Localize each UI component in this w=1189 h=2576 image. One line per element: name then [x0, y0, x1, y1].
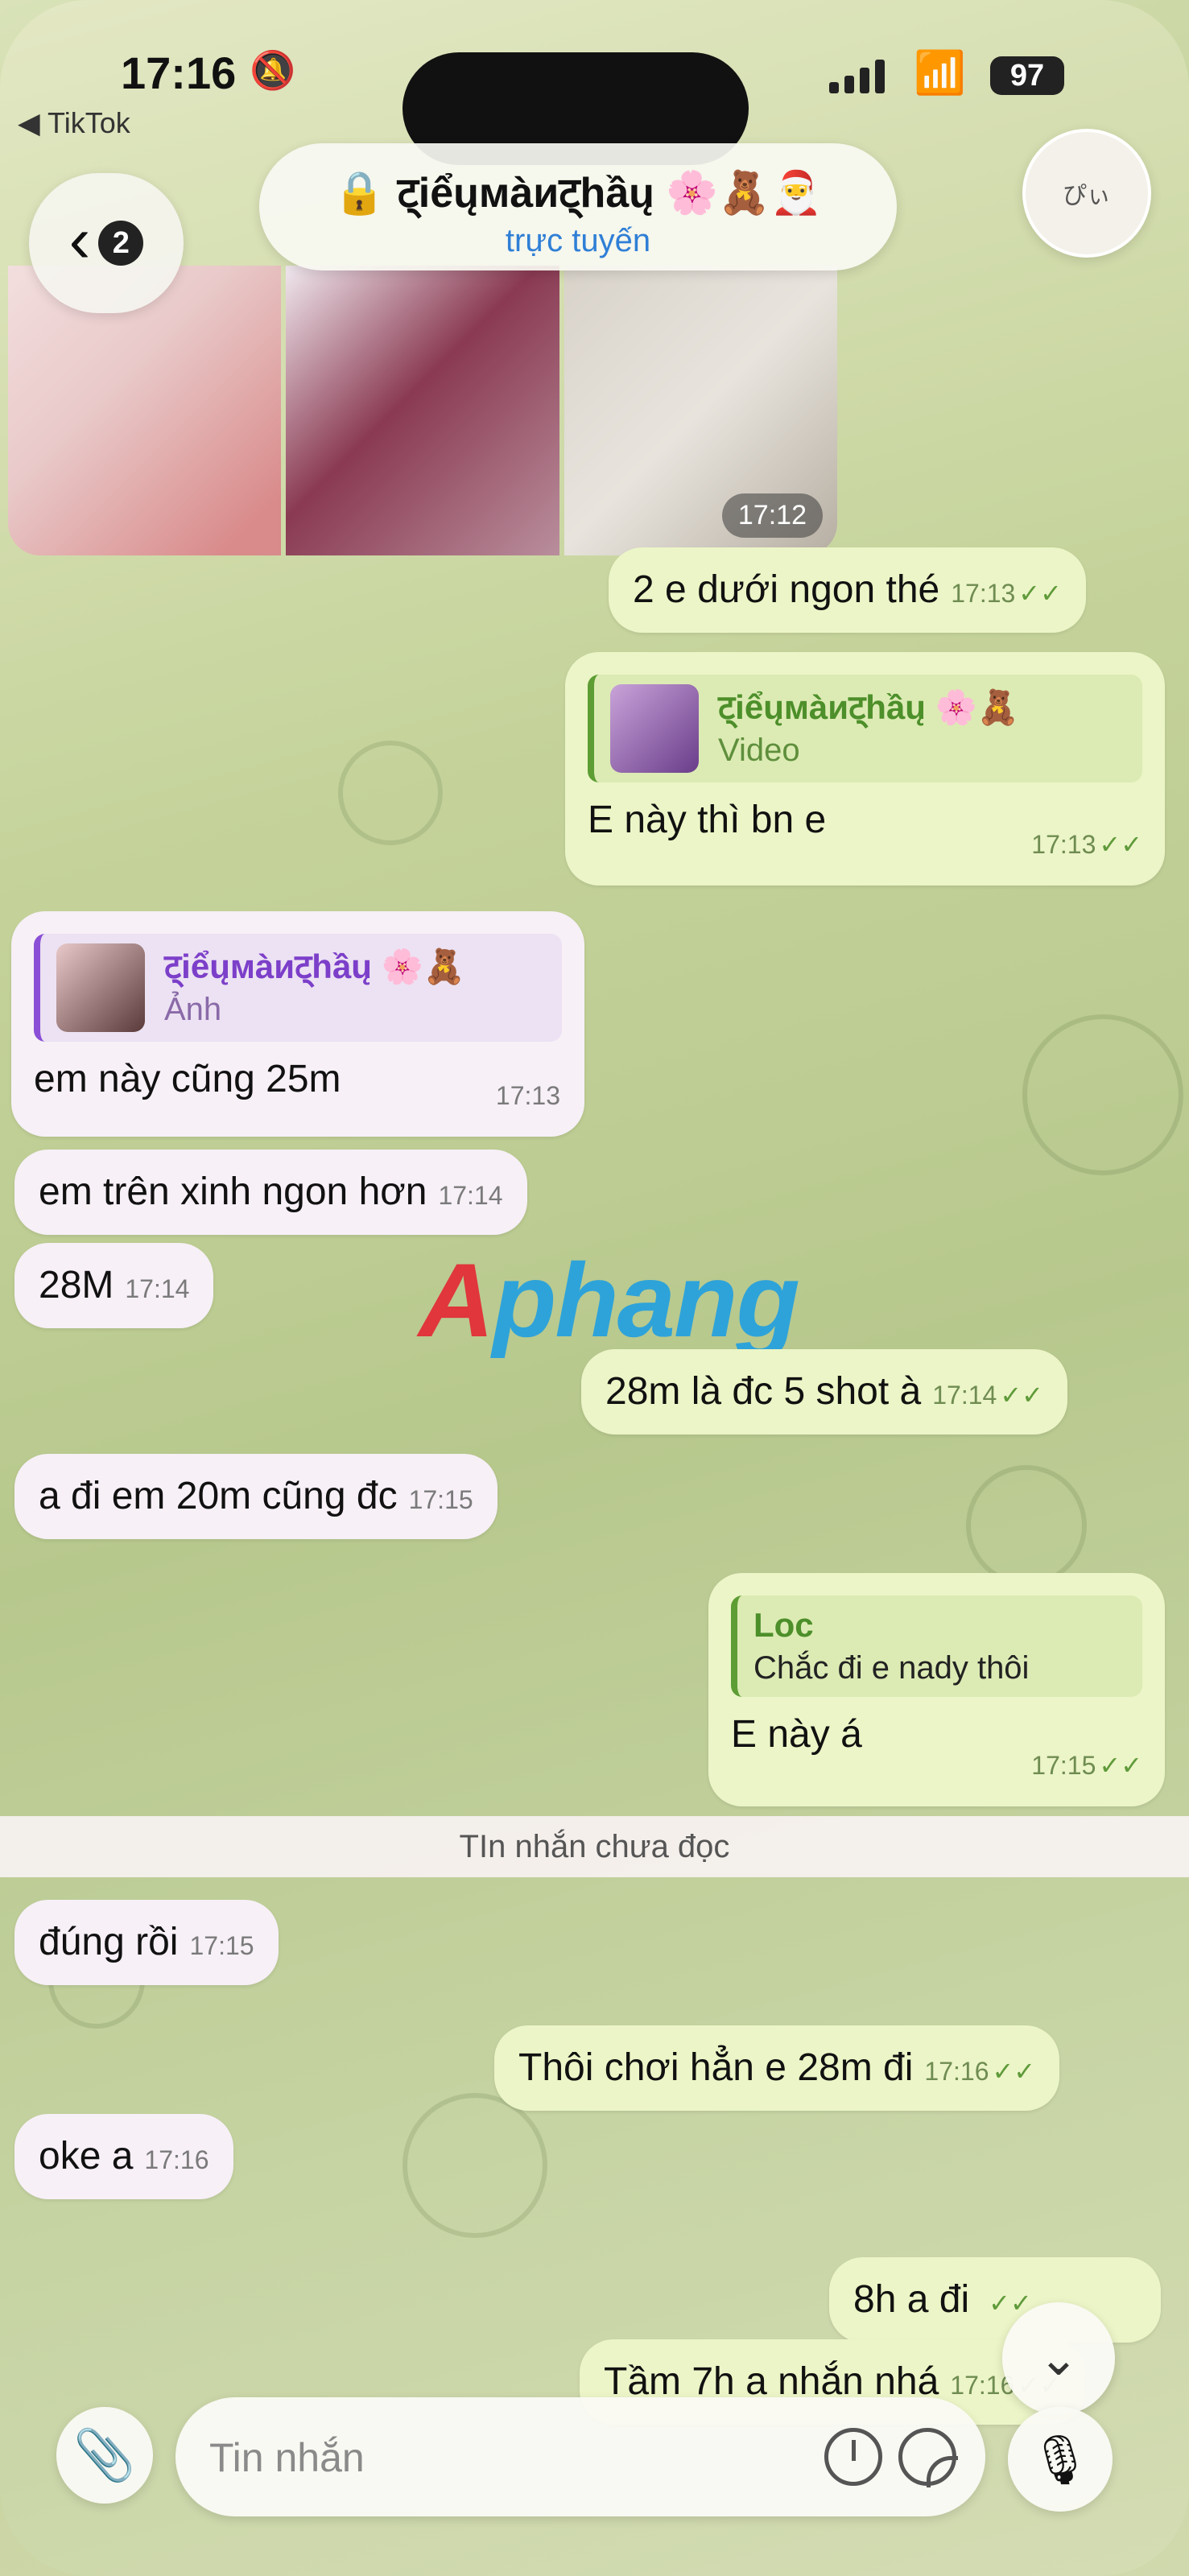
message-input-placeholder: Tin nhắn — [209, 2435, 365, 2480]
contact-name: 🔒 ट्iểųмàиट्hầų 🌸🧸🎅 — [333, 170, 823, 217]
message-text: em trên xinh ngon hơn — [39, 1170, 427, 1213]
reply-type: Video — [718, 733, 800, 769]
watermark-logo: Aphang — [419, 1241, 800, 1359]
back-button[interactable]: ‹ 2 — [29, 173, 184, 313]
doodle-decoration — [966, 1465, 1087, 1586]
reply-quote[interactable]: Loc Chắc đi e nady thôi — [731, 1596, 1142, 1698]
message-text: em này cũng 25m — [34, 1058, 341, 1100]
message-bubble-out[interactable]: Thôi chơi hẳn e 28m đi 17:16 ✓✓ — [494, 2025, 1060, 2111]
message-text: Thôi chơi hẳn e 28m đi — [518, 2046, 914, 2089]
doodle-decoration — [403, 2093, 547, 2238]
message-bubble-in[interactable]: oke a 17:16 — [14, 2114, 233, 2199]
reply-sender: ट्iểųмàиट्hầų 🌸🧸 — [164, 947, 466, 985]
message-time: 17:15 — [408, 1485, 473, 1514]
message-time: 17:13 — [1031, 830, 1096, 860]
doodle-decoration — [1022, 1014, 1183, 1175]
clock: 17:16 — [121, 47, 237, 98]
battery-indicator: 97 — [990, 56, 1064, 95]
message-input[interactable]: Tin nhắn — [175, 2397, 985, 2516]
message-time: 17:13 — [951, 579, 1016, 608]
message-bubble-out[interactable]: Loc Chắc đi e nady thôi E này á 17:15 ✓✓ — [708, 1573, 1165, 1806]
paperclip-icon: 📎 — [73, 2427, 136, 2483]
message-time: 17:14 — [438, 1181, 503, 1210]
silent-bell-icon: 🔕 — [250, 49, 296, 91]
timer-icon[interactable] — [824, 2428, 882, 2486]
message-bubble-in[interactable]: ट्iểųмàиट्hầų 🌸🧸 Ảnh em này cũng 25m 17:… — [11, 911, 584, 1137]
message-bubble-out[interactable]: 8h a đi ✓✓ — [829, 2257, 1161, 2343]
phone-screen: 17:16 🔕 📶 97 ◀ TikTok 17:12 ‹ 2 🔒 ट्iểųм… — [0, 0, 1189, 2576]
message-time: 17:15 — [1031, 1751, 1096, 1781]
message-bubble-in[interactable]: em trên xinh ngon hơn 17:14 — [14, 1150, 527, 1235]
message-bubble-out[interactable]: 28m là đc 5 shot à 17:14 ✓✓ — [581, 1349, 1067, 1435]
back-to-app-link[interactable]: ◀ TikTok — [18, 106, 130, 140]
message-time: 17:14 — [932, 1381, 997, 1410]
contact-status: trực tuyến — [505, 223, 651, 258]
message-text: a đi em 20m cũng đc — [39, 1475, 398, 1517]
reply-quote[interactable]: ट्iểųмàиट्hầų 🌸🧸 Video — [588, 675, 1142, 782]
message-text: 28M — [39, 1264, 114, 1307]
double-check-icon: ✓✓ — [1099, 830, 1142, 860]
reply-text: Chắc đi e nady thôi — [753, 1650, 1030, 1686]
message-text: E này thì bn e — [588, 799, 827, 841]
reply-quote[interactable]: ट्iểųмàиट्hầų 🌸🧸 Ảnh — [34, 934, 562, 1042]
wifi-icon: 📶 — [914, 50, 966, 97]
message-bubble-out[interactable]: ट्iểųмàиट्hầų 🌸🧸 Video E này thì bn e 17… — [565, 652, 1165, 886]
cellular-signal-icon — [829, 58, 885, 93]
reply-thumbnail — [56, 943, 145, 1032]
reply-sender: ट्iểųмàиट्hầų 🌸🧸 — [718, 687, 1020, 726]
album-photo[interactable]: 17:12 — [564, 266, 837, 555]
double-check-icon: ✓✓ — [1000, 1381, 1043, 1410]
doodle-decoration — [338, 741, 443, 845]
chevron-down-icon: ⌄ — [1038, 2331, 1080, 2385]
unread-count-badge: 2 — [98, 221, 144, 266]
album-photo[interactable] — [8, 266, 282, 555]
unread-messages-divider: TIn nhắn chưa đọc — [0, 1816, 1189, 1877]
avatar-label: ぴぃ — [1063, 183, 1111, 209]
double-check-icon: ✓✓ — [1099, 1751, 1142, 1781]
message-text: E này á — [731, 1713, 862, 1757]
message-bubble-in[interactable]: đúng rồi 17:15 — [14, 1900, 279, 1985]
attach-button[interactable]: 📎 — [56, 2407, 153, 2504]
message-bubble-out[interactable]: 2 e dưới ngon thé 17:13 ✓✓ — [609, 547, 1086, 633]
message-text: 2 e dưới ngon thé — [633, 568, 940, 611]
chevron-left-icon: ‹ — [68, 204, 91, 275]
reply-type: Ảnh — [164, 992, 222, 1028]
message-text: oke a — [39, 2135, 134, 2178]
scroll-to-bottom-button[interactable]: ⌄ — [1002, 2302, 1115, 2415]
reply-sender: Loc — [753, 1606, 814, 1644]
double-check-icon: ✓✓ — [992, 2057, 1036, 2086]
status-bar: 17:16 🔕 📶 97 — [0, 40, 1189, 165]
message-time: 17:16 — [924, 2057, 989, 2086]
message-text: 28m là đc 5 shot à — [605, 1370, 922, 1413]
message-bubble-in[interactable]: 28M 17:14 — [14, 1243, 214, 1328]
message-time: 17:13 — [495, 1081, 560, 1111]
reply-thumbnail — [610, 684, 699, 773]
message-time: 17:15 — [189, 1931, 254, 1960]
message-time: 17:16 — [144, 2145, 209, 2174]
avatar[interactable]: ぴぃ — [1022, 129, 1151, 258]
microphone-button[interactable]: 🎙 — [1008, 2407, 1113, 2512]
message-text: 8h a đi — [853, 2278, 970, 2321]
album-photo[interactable] — [286, 266, 559, 555]
album-timestamp: 17:12 — [721, 493, 823, 538]
chat-title[interactable]: 🔒 ट्iểųмàиट्hầų 🌸🧸🎅 trực tuyến — [259, 143, 897, 270]
message-bubble-in[interactable]: a đi em 20m cũng đc 17:15 — [14, 1454, 497, 1539]
message-time: 17:14 — [125, 1274, 190, 1303]
double-check-icon: ✓✓ — [1018, 579, 1062, 608]
message-text: đúng rồi — [39, 1921, 179, 1963]
sticker-icon[interactable] — [898, 2428, 958, 2487]
microphone-icon: 🎙 — [1029, 2432, 1092, 2487]
